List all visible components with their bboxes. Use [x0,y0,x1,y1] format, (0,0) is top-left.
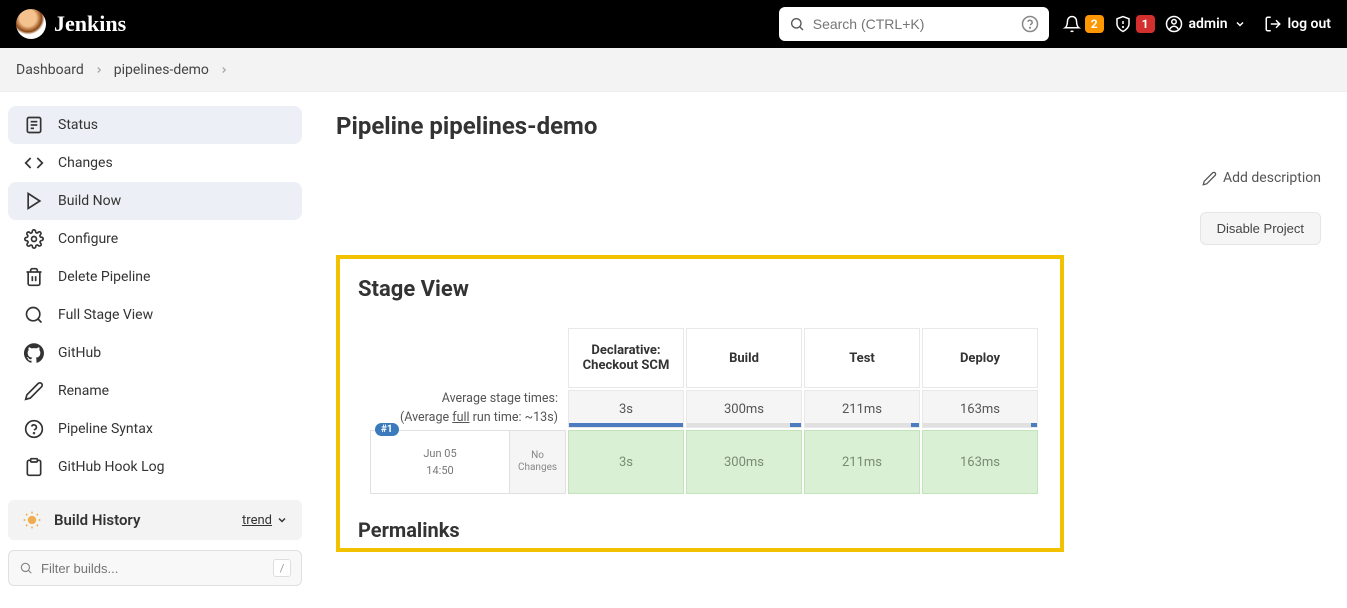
alert-badge: 1 [1136,15,1155,33]
clipboard-icon [24,457,44,477]
bell-icon [1063,15,1081,33]
github-icon [24,343,44,363]
search-icon [24,305,44,325]
avg-cell: 300ms [686,390,802,428]
build-history-header: Build History trend [8,500,302,540]
sidebar-item-label: Rename [58,383,109,399]
filter-input[interactable] [41,561,273,576]
chevron-right-icon [94,65,104,75]
alerts-button[interactable]: 1 [1114,15,1155,33]
highlighted-section: Stage View Declarative: Checkout SCM Bui… [336,255,1064,552]
sidebar-item-build-now[interactable]: Build Now [8,182,302,220]
run-date: Jun 05 [423,447,456,460]
breadcrumb: Dashboard pipelines-demo [0,48,1347,92]
sidebar-item-hook-log[interactable]: GitHub Hook Log [8,448,302,486]
user-menu[interactable]: admin [1165,15,1246,33]
sun-icon [22,510,42,530]
pencil-icon [24,381,44,401]
help-circle-icon [24,419,44,439]
logout-label: log out [1288,16,1331,32]
user-name: admin [1189,16,1228,32]
search-input[interactable] [813,16,1021,32]
sidebar-item-delete[interactable]: Delete Pipeline [8,258,302,296]
stage-header-empty [370,328,566,388]
top-header: Jenkins 2 1 admin log out [0,0,1347,48]
filter-builds-box[interactable]: / [8,550,302,586]
chevron-down-icon [1234,18,1246,30]
stage-header: Test [804,328,920,388]
content-area: Pipeline pipelines-demo Add description … [310,92,1347,600]
stage-view-table: Declarative: Checkout SCM Build Test Dep… [368,326,1040,496]
sidebar-item-configure[interactable]: Configure [8,220,302,258]
trash-icon [24,267,44,287]
disable-project-button[interactable]: Disable Project [1200,212,1321,245]
avg-cell: 163ms [922,390,1038,428]
notif-badge: 2 [1085,15,1104,33]
brand-logo[interactable]: Jenkins [16,9,126,39]
logout-icon [1264,15,1282,33]
avg-cell: 3s [568,390,684,428]
stage-header: Build [686,328,802,388]
avg-label: Average stage times: (Average full run t… [370,390,566,428]
notifications-button[interactable]: 2 [1063,15,1104,33]
chevron-right-icon [219,65,229,75]
sidebar-item-label: Pipeline Syntax [58,421,153,437]
run-changes: No Changes [509,431,565,493]
shield-alert-icon [1114,15,1132,33]
sidebar-item-github[interactable]: GitHub [8,334,302,372]
run-time: 14:50 [426,464,453,477]
add-description-button[interactable]: Add description [1202,170,1321,186]
logout-button[interactable]: log out [1264,15,1331,33]
run-cell[interactable]: 211ms [804,430,920,494]
run-cell[interactable]: 3s [568,430,684,494]
search-box[interactable] [779,7,1049,41]
sidebar-item-label: GitHub Hook Log [58,459,164,475]
sidebar-item-label: Status [58,117,98,133]
stage-header: Deploy [922,328,1038,388]
jenkins-icon [16,9,46,39]
code-icon [24,153,44,173]
gear-icon [24,229,44,249]
sidebar-item-label: Delete Pipeline [58,269,150,285]
brand-text: Jenkins [54,11,126,37]
pencil-icon [1202,171,1217,186]
build-history-title: Build History [54,511,140,529]
run-cell[interactable]: 163ms [922,430,1038,494]
crumb-project[interactable]: pipelines-demo [114,62,209,78]
user-icon [1165,15,1183,33]
sidebar-item-changes[interactable]: Changes [8,144,302,182]
sidebar-item-rename[interactable]: Rename [8,372,302,410]
sidebar-item-label: Changes [58,155,113,171]
sidebar-item-label: Full Stage View [58,307,153,323]
crumb-dashboard[interactable]: Dashboard [16,62,84,78]
sidebar-item-label: Build Now [58,193,121,209]
sidebar-item-label: GitHub [58,345,101,361]
chevron-down-icon [276,514,288,526]
search-icon [789,16,805,32]
run-cell[interactable]: 300ms [686,430,802,494]
filter-hotkey: / [273,559,291,577]
sidebar-item-label: Configure [58,231,118,247]
status-icon [24,115,44,135]
trend-link[interactable]: trend [242,513,288,528]
avg-cell: 211ms [804,390,920,428]
search-icon [19,561,33,575]
stage-header: Declarative: Checkout SCM [568,328,684,388]
permalinks-title: Permalinks [358,518,1042,542]
sidebar-item-full-stage[interactable]: Full Stage View [8,296,302,334]
sidebar-item-syntax[interactable]: Pipeline Syntax [8,410,302,448]
stage-view-title: Stage View [358,277,1042,302]
sidebar: Status Changes Build Now Configure Delet… [0,92,310,600]
page-title: Pipeline pipelines-demo [336,112,1321,140]
build-badge: #1 [375,423,399,436]
sidebar-item-status[interactable]: Status [8,106,302,144]
help-icon[interactable] [1021,15,1039,33]
run-label[interactable]: #1 Jun 05 14:50 No Changes [370,430,566,494]
play-icon [24,191,44,211]
